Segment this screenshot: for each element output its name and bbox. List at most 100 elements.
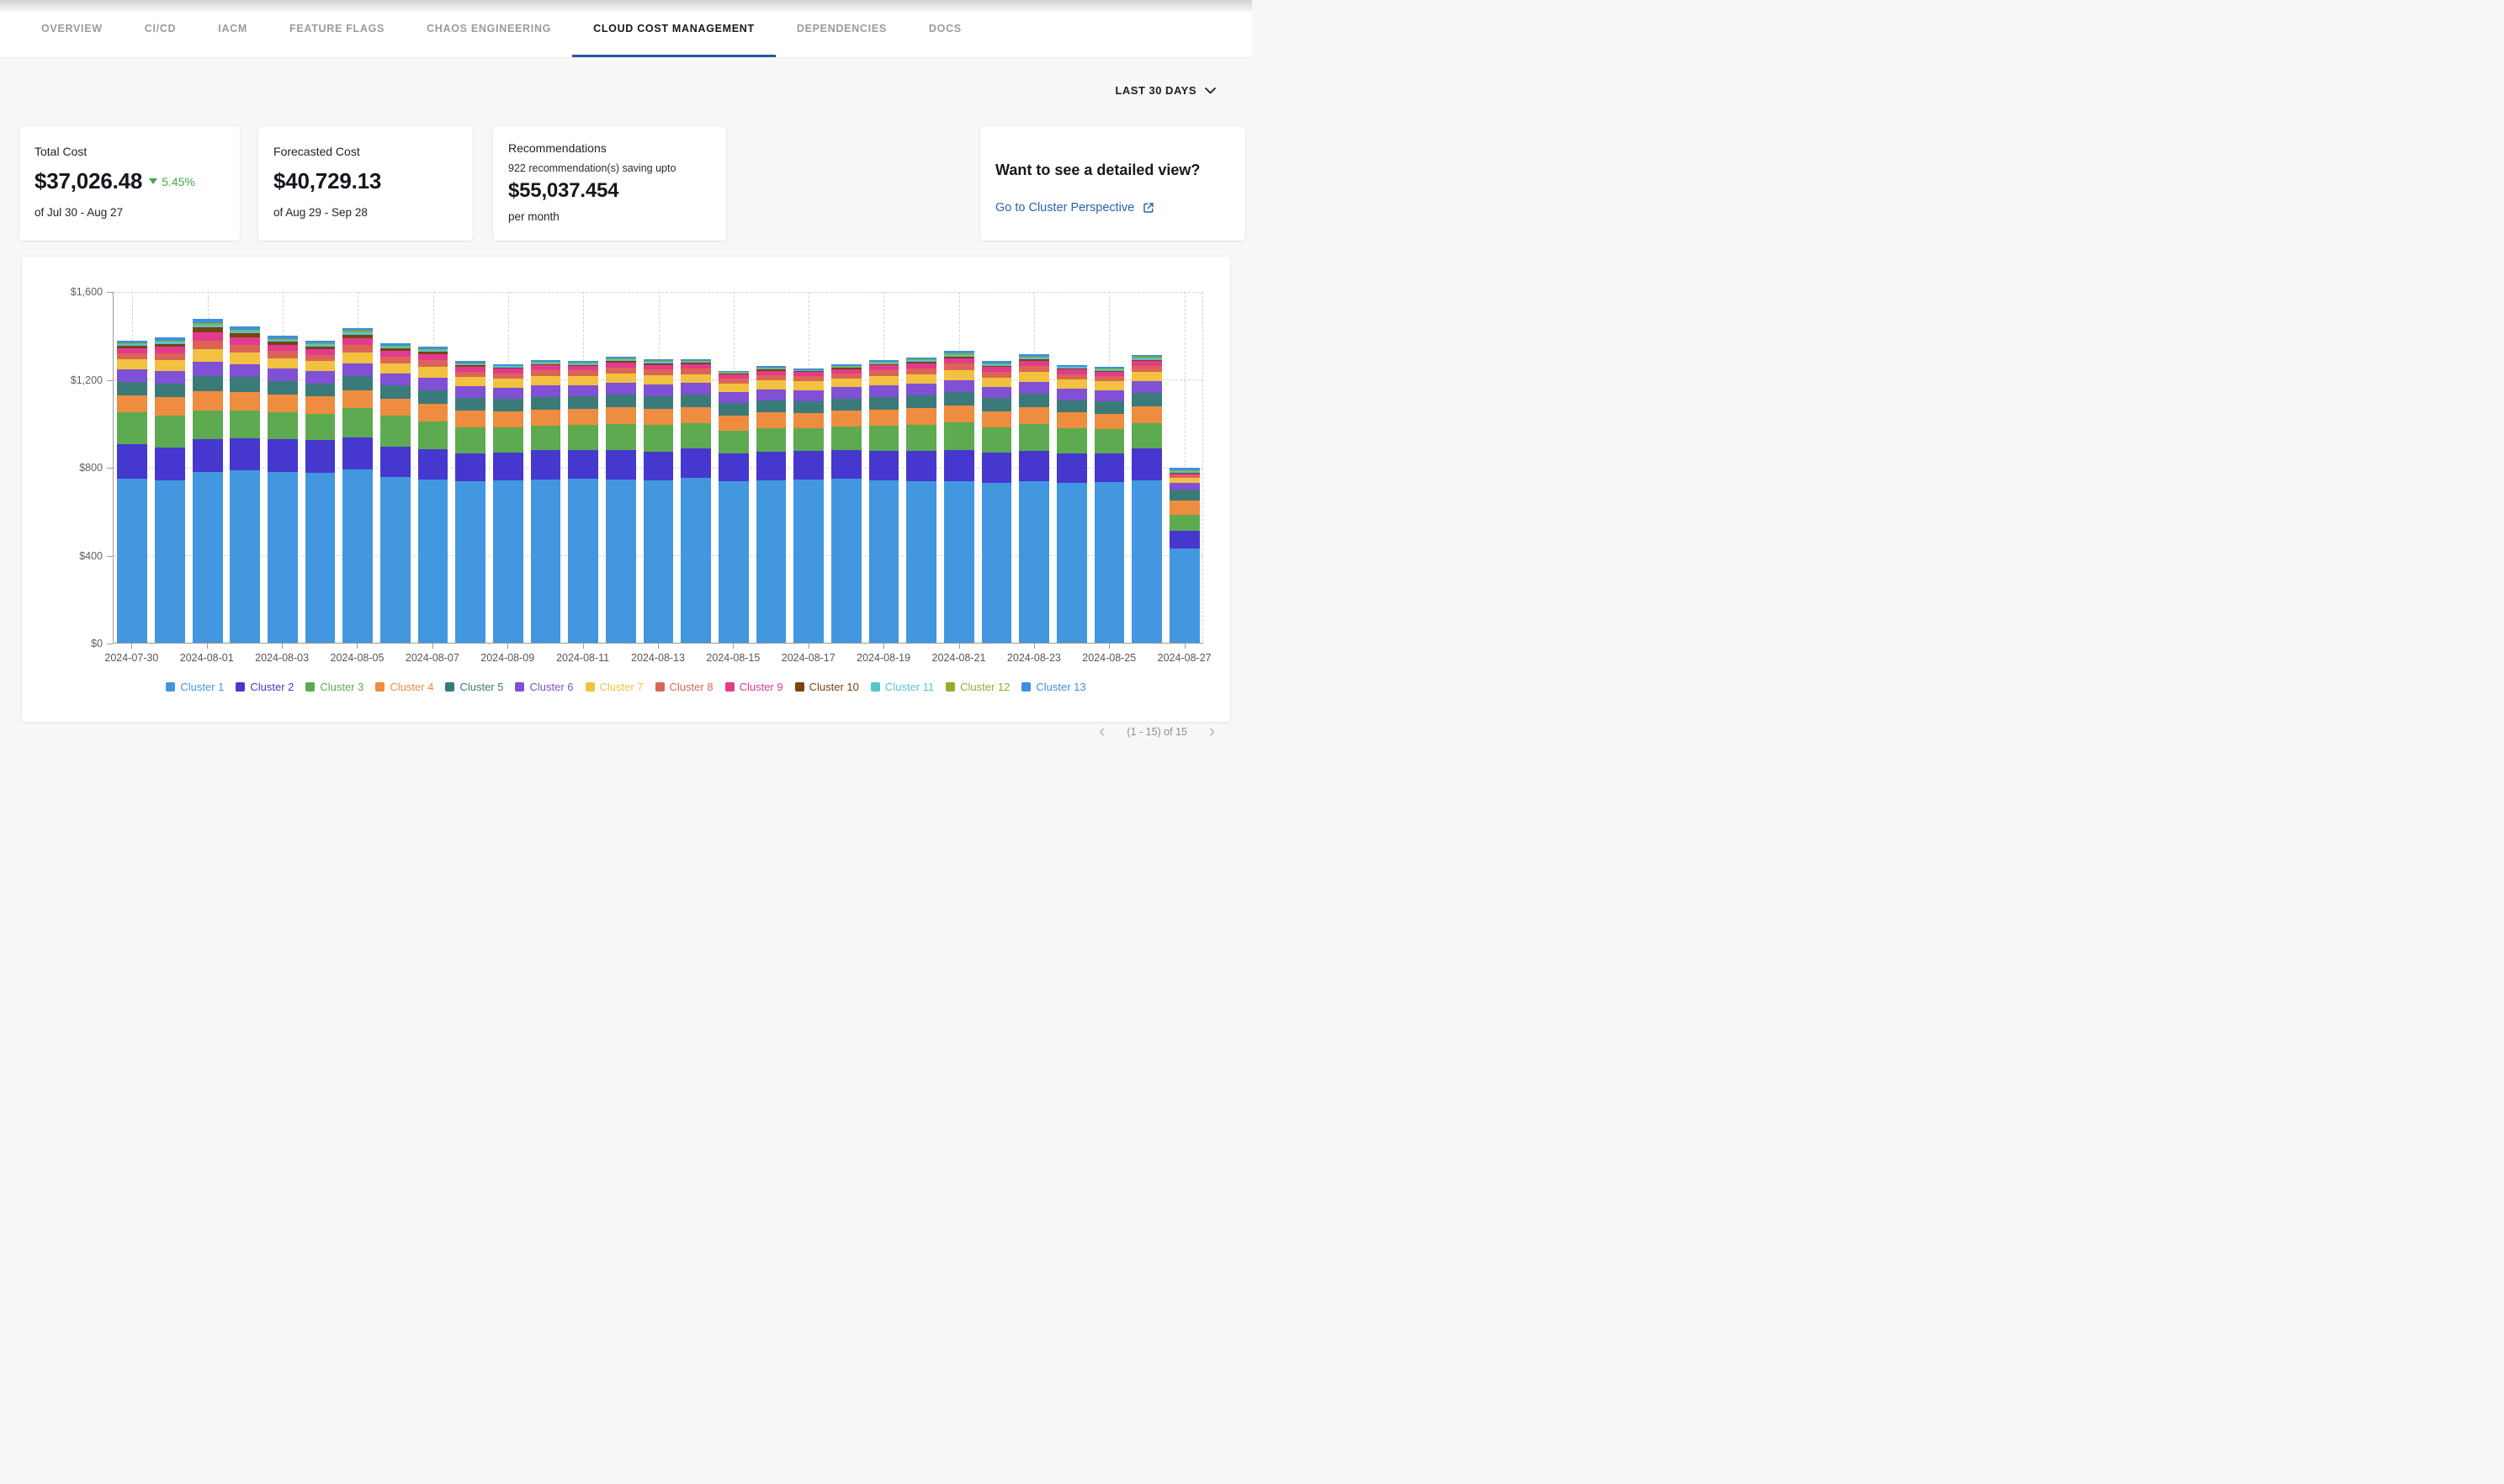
bar-segment[interactable] (380, 477, 411, 643)
bar-segment[interactable] (268, 412, 298, 439)
bar-segment[interactable] (155, 448, 185, 480)
bar-segment[interactable] (719, 431, 749, 453)
bar-segment[interactable] (681, 395, 711, 407)
stacked-bar[interactable] (155, 292, 185, 643)
bar-segment[interactable] (793, 381, 824, 390)
bar-segment[interactable] (1019, 424, 1049, 451)
bar-segment[interactable] (117, 444, 147, 478)
bar-segment[interactable] (606, 383, 636, 395)
bar-segment[interactable] (793, 401, 824, 413)
bar-segment[interactable] (418, 404, 448, 421)
bar-segment[interactable] (1057, 400, 1087, 413)
stacked-bar[interactable] (1057, 292, 1087, 643)
legend-item[interactable]: Cluster 12 (946, 681, 1010, 693)
bar-segment[interactable] (1095, 381, 1125, 390)
bar-segment[interactable] (681, 407, 711, 423)
bar-segment[interactable] (906, 395, 936, 408)
bar-segment[interactable] (719, 481, 749, 643)
bar-segment[interactable] (869, 410, 899, 426)
bar-segment[interactable] (531, 410, 561, 427)
bar-segment[interactable] (380, 385, 411, 399)
bar-segment[interactable] (193, 439, 223, 472)
bar-segment[interactable] (644, 452, 674, 480)
legend-item[interactable]: Cluster 11 (871, 681, 934, 693)
bar-segment[interactable] (944, 481, 974, 643)
bar-segment[interactable] (155, 360, 185, 371)
bar-segment[interactable] (568, 409, 598, 425)
bar-segment[interactable] (756, 400, 787, 413)
bar-segment[interactable] (831, 399, 862, 411)
bar-segment[interactable] (756, 380, 787, 389)
bar-segment[interactable] (418, 390, 448, 404)
next-page-button[interactable]: › (1209, 723, 1215, 740)
bar-segment[interactable] (982, 453, 1012, 483)
bar-segment[interactable] (793, 413, 824, 428)
bar-segment[interactable] (644, 369, 674, 375)
bar-segment[interactable] (906, 425, 936, 451)
bar-segment[interactable] (493, 480, 523, 643)
bar-segment[interactable] (606, 450, 636, 480)
bar-segment[interactable] (268, 381, 298, 395)
bar-segment[interactable] (342, 437, 373, 469)
bar-segment[interactable] (1057, 453, 1087, 483)
tab-feature-flags[interactable]: FEATURE FLAGS (268, 0, 406, 57)
stacked-bar[interactable] (793, 292, 824, 643)
bar-segment[interactable] (531, 426, 561, 450)
bar-segment[interactable] (982, 427, 1012, 453)
bar-segment[interactable] (268, 351, 298, 358)
bar-segment[interactable] (117, 369, 147, 382)
stacked-bar[interactable] (1095, 292, 1125, 643)
bar-segment[interactable] (418, 449, 448, 479)
bar-segment[interactable] (944, 450, 974, 481)
stacked-bar[interactable] (268, 292, 298, 643)
bar-segment[interactable] (1057, 412, 1087, 428)
bar-segment[interactable] (644, 384, 674, 396)
bar-segment[interactable] (531, 385, 561, 397)
stacked-bar[interactable] (531, 292, 561, 643)
bar-segment[interactable] (1132, 406, 1162, 423)
stacked-bar[interactable] (1170, 292, 1200, 643)
stacked-bar[interactable] (719, 292, 749, 643)
bar-segment[interactable] (944, 422, 974, 449)
bar-segment[interactable] (793, 390, 824, 401)
bar-segment[interactable] (418, 354, 448, 360)
stacked-bar[interactable] (681, 292, 711, 643)
bar-segment[interactable] (305, 440, 336, 473)
stacked-bar[interactable] (906, 292, 936, 643)
bar-segment[interactable] (793, 480, 824, 643)
bar-segment[interactable] (982, 483, 1012, 643)
bar-segment[interactable] (268, 472, 298, 643)
bar-segment[interactable] (268, 395, 298, 412)
bar-segment[interactable] (982, 378, 1012, 387)
legend-item[interactable]: Cluster 1 (166, 681, 224, 693)
bar-segment[interactable] (193, 376, 223, 391)
bar-segment[interactable] (268, 345, 298, 351)
bar-segment[interactable] (268, 368, 298, 381)
bar-segment[interactable] (117, 479, 147, 643)
bar-segment[interactable] (1057, 428, 1087, 453)
bar-segment[interactable] (268, 439, 298, 472)
bar-segment[interactable] (230, 377, 260, 391)
bar-segment[interactable] (418, 480, 448, 643)
bar-segment[interactable] (1057, 389, 1087, 400)
stacked-bar[interactable] (1132, 292, 1162, 643)
bar-segment[interactable] (455, 453, 485, 482)
bar-segment[interactable] (493, 379, 523, 388)
tab-docs[interactable]: DOCS (908, 0, 983, 57)
bar-segment[interactable] (606, 424, 636, 450)
bar-segment[interactable] (455, 398, 485, 411)
bar-segment[interactable] (305, 349, 336, 355)
bar-segment[interactable] (1170, 490, 1200, 501)
bar-segment[interactable] (869, 451, 899, 480)
stacked-bar[interactable] (644, 292, 674, 643)
bar-segment[interactable] (644, 480, 674, 643)
bar-segment[interactable] (155, 480, 185, 643)
bar-segment[interactable] (982, 398, 1012, 411)
date-range-selector[interactable]: LAST 30 DAYS (1115, 84, 1216, 97)
bar-segment[interactable] (681, 383, 711, 395)
bar-segment[interactable] (305, 414, 336, 440)
bar-segment[interactable] (831, 387, 862, 398)
bar-segment[interactable] (380, 374, 411, 385)
stacked-bar[interactable] (380, 292, 411, 643)
stacked-bar[interactable] (1019, 292, 1049, 643)
